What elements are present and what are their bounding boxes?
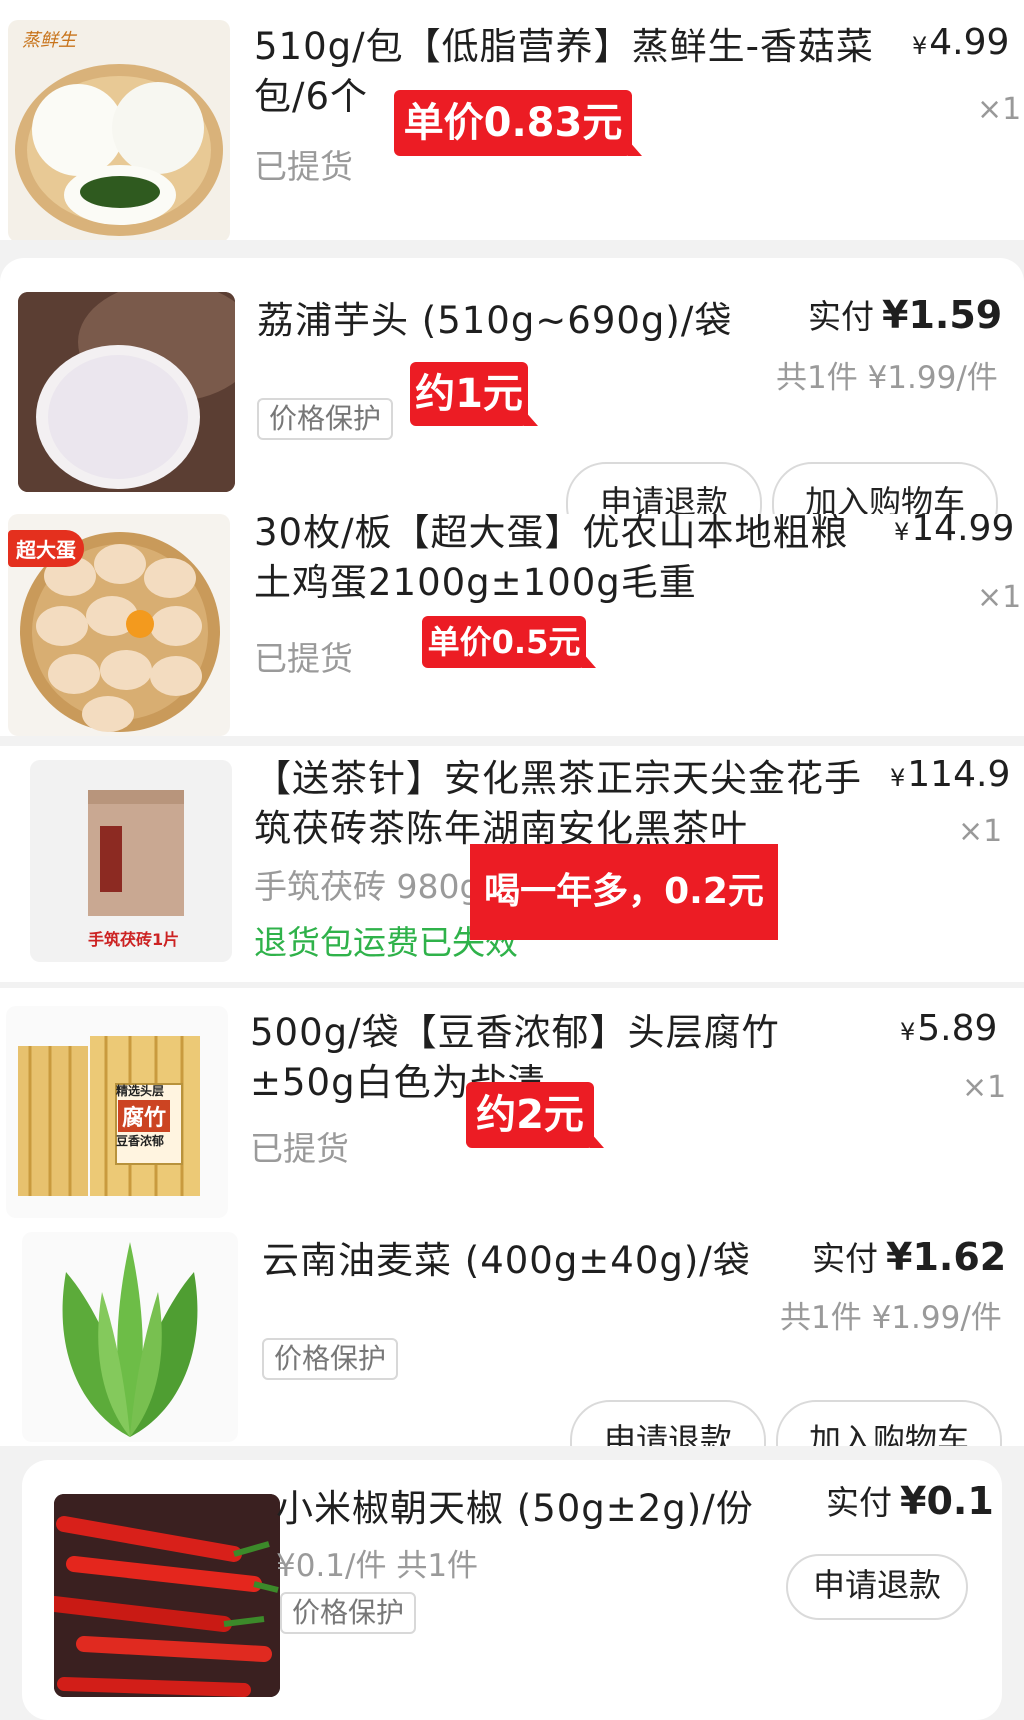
unit-price-info: 共1件 ¥1.99/件 xyxy=(780,1300,1002,1336)
order-item-taro[interactable]: 荔浦芋头 (510g~690g)/袋 实付 ¥1.59 共1件 ¥1.99/件 价… xyxy=(0,258,1024,514)
corner-badge: 超大蛋 xyxy=(8,530,84,567)
product-image-taro[interactable] xyxy=(18,292,235,492)
product-price: ¥114.9 xyxy=(890,754,1011,795)
paid-amount: 实付 ¥1.59 xyxy=(808,293,1003,337)
order-item-chili[interactable]: 小米椒朝天椒 (50g±2g)/份 实付 ¥0.1 ¥0.1/件 共1件 价格保护… xyxy=(22,1460,1002,1720)
product-title[interactable]: 小米椒朝天椒 (50g±2g)/份 xyxy=(276,1484,756,1534)
chili-illustration xyxy=(54,1494,280,1697)
product-spec: 手筑茯砖 980g xyxy=(254,867,481,906)
product-image-tea[interactable]: 手筑茯砖1片 xyxy=(30,760,232,962)
refund-button[interactable]: 申请退款 xyxy=(786,1554,968,1620)
paid-amount: 实付 ¥0.1 xyxy=(826,1479,994,1523)
price-badge: 喝一年多，0.2元 xyxy=(470,844,778,940)
product-title[interactable]: 【送茶针】安化黑茶正宗天尖金花手筑茯砖茶陈年湖南安化黑茶叶 xyxy=(254,754,874,854)
image-caption: 手筑茯砖1片 xyxy=(88,930,180,949)
refund-button[interactable]: 申请退款 xyxy=(570,1400,766,1446)
price-protection-tag[interactable]: 价格保护 xyxy=(257,398,394,440)
order-item-bun[interactable]: 蒸鲜生 510g/包【低脂营养】蒸鲜生-香菇菜包/6个 ¥4.99 ×1 已提货… xyxy=(0,0,1024,240)
image-label-bottom: 豆香浓郁 xyxy=(116,1134,165,1148)
product-image-tofu-skin[interactable]: 精选头层 腐竹 豆香浓郁 xyxy=(6,1006,228,1218)
add-to-cart-button[interactable]: 加入购物车 xyxy=(772,462,998,514)
order-item-tofu-skin[interactable]: 精选头层 腐竹 豆香浓郁 500g/袋【豆香浓郁】头层腐竹±50g白色为盐渍 ¥… xyxy=(0,988,1024,1224)
order-item-lettuce[interactable]: 云南油麦菜 (400g±40g)/袋 实付 ¥1.62 共1件 ¥1.99/件 价… xyxy=(0,1224,1024,1446)
order-item-tea[interactable]: 手筑茯砖1片 【送茶针】安化黑茶正宗天尖金花手筑茯砖茶陈年湖南安化黑茶叶 ¥11… xyxy=(0,746,1024,982)
product-title[interactable]: 云南油麦菜 (400g±40g)/袋 xyxy=(262,1236,750,1286)
product-title[interactable]: 荔浦芋头 (510g~690g)/袋 xyxy=(257,296,737,346)
add-to-cart-button[interactable]: 加入购物车 xyxy=(776,1400,1002,1446)
image-label-top: 精选头层 xyxy=(116,1084,165,1098)
price-badge: 约2元 xyxy=(466,1082,604,1148)
product-image-chili[interactable] xyxy=(54,1494,280,1697)
product-image-bun[interactable]: 蒸鲜生 xyxy=(8,20,230,240)
product-image-lettuce[interactable] xyxy=(22,1232,238,1442)
order-item-eggs[interactable]: 超大蛋 30枚/板【超大蛋】优农山本地粗粮土鸡蛋2100g±100g毛重 ¥14… xyxy=(0,514,1024,736)
brand-logo: 蒸鲜生 xyxy=(22,30,76,51)
price-protection-tag[interactable]: 价格保护 xyxy=(262,1338,399,1380)
product-price: ¥5.89 xyxy=(900,1008,998,1049)
quantity: ×1 xyxy=(977,92,1022,127)
product-price: ¥4.99 xyxy=(912,22,1010,63)
image-label-main: 腐竹 xyxy=(118,1100,171,1132)
product-title[interactable]: 30枚/板【超大蛋】优农山本地粗粮土鸡蛋2100g±100g毛重 xyxy=(254,514,884,608)
quantity: ×1 xyxy=(958,814,1003,849)
unit-price-info: 共1件 ¥1.99/件 xyxy=(776,360,998,396)
product-price: ¥14.99 xyxy=(894,514,1015,549)
price-badge: 单价0.5元 xyxy=(422,616,596,668)
tofu-skin-illustration xyxy=(18,1036,200,1196)
product-image-eggs[interactable]: 超大蛋 xyxy=(8,514,230,736)
price-badge: 单价0.83元 xyxy=(394,90,642,156)
taro-illustration xyxy=(18,292,235,492)
price-badge: 约1元 xyxy=(410,362,538,426)
unit-price-info: ¥0.1/件 共1件 xyxy=(276,1548,479,1584)
price-protection-tag[interactable]: 价格保护 xyxy=(280,1592,417,1634)
quantity: ×1 xyxy=(962,1070,1007,1105)
refund-button[interactable]: 申请退款 xyxy=(566,462,762,514)
paid-amount: 实付 ¥1.62 xyxy=(812,1235,1007,1279)
order-status: 已提货 xyxy=(250,1129,349,1168)
quantity: ×1 xyxy=(977,580,1022,615)
lettuce-illustration xyxy=(62,1242,198,1437)
bun-illustration xyxy=(15,64,223,236)
order-status: 已提货 xyxy=(254,147,353,186)
order-status: 已提货 xyxy=(254,639,353,678)
